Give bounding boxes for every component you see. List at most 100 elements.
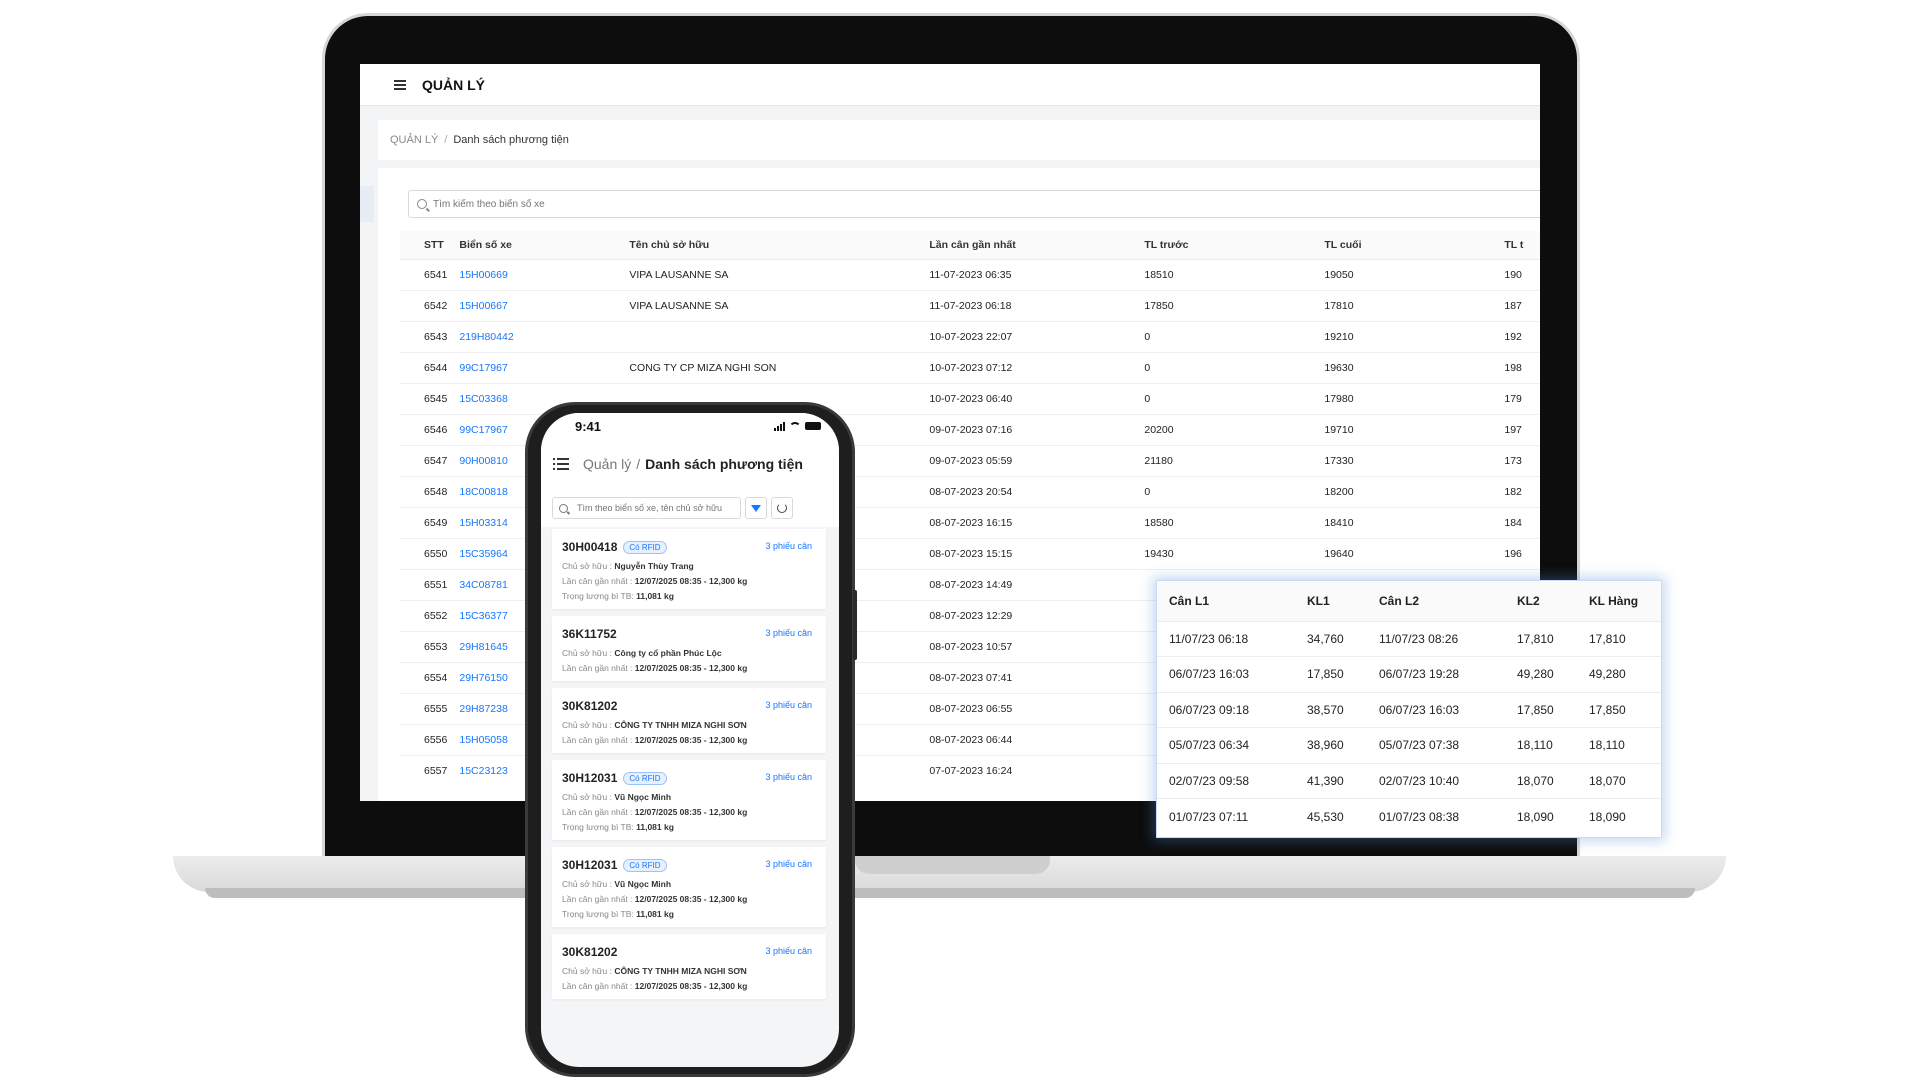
weigh-history-popup: Cân L1 KL1 Cân L2 KL2 KL Hàng 11/07/23 0… xyxy=(1156,580,1662,838)
cell-can-l1: 02/07/23 09:58 xyxy=(1157,762,1295,799)
last-weight: 12,300 kg xyxy=(709,576,748,586)
owner-label: Chủ sở hữu : xyxy=(562,561,615,571)
col-tl-truoc[interactable]: TL trước xyxy=(1138,231,1319,259)
tare-value: 11,081 kg xyxy=(636,822,674,832)
mobile-breadcrumb-root[interactable]: Quản lý xyxy=(583,456,631,472)
top-bar: QUẢN LÝ xyxy=(360,64,1540,106)
table-row[interactable]: 6544 99C17967 CONG TY CP MIZA NGHI SON 10-0… xyxy=(400,351,1540,383)
cell-tl-truoc: 19430 xyxy=(1138,537,1319,569)
cell-last-weigh: 10-07-2023 07:12 xyxy=(923,351,1139,383)
owner-value: CÔNG TY TNHH MIZA NGHI SƠN xyxy=(614,720,747,730)
refresh-button[interactable] xyxy=(771,497,793,519)
popup-header-row: Cân L1 KL1 Cân L2 KL2 KL Hàng xyxy=(1157,581,1661,621)
cell-tl-truncated: 173 xyxy=(1498,444,1540,476)
last-time: 12/07/2025 08:35 xyxy=(634,735,702,745)
cell-can-l1: 06/07/23 09:18 xyxy=(1157,691,1295,728)
card-last-line: Lần cân gần nhất : 12/07/2025 08:35 - 12… xyxy=(562,576,816,586)
cell-can-l2: 11/07/23 08:26 xyxy=(1367,620,1505,657)
tickets-link[interactable]: 3 phiếu cân xyxy=(765,946,812,956)
col-tl-cuoi[interactable]: TL cuối xyxy=(1318,231,1499,259)
tickets-link[interactable]: 3 phiếu cân xyxy=(765,859,812,869)
search-icon xyxy=(559,503,568,513)
cell-tl-truncated: 196 xyxy=(1498,537,1540,569)
cell-last-weigh: 09-07-2023 05:59 xyxy=(923,444,1139,476)
popup-row: 06/07/23 16:03 17,850 06/07/23 19:28 49,280… xyxy=(1157,656,1661,692)
popup-row: 05/07/23 06:34 38,960 05/07/23 07:38 18,110… xyxy=(1157,727,1661,763)
laptop-base-shadow xyxy=(205,888,1695,898)
vehicle-card[interactable]: 30H12031 Có RFID 3 phiếu cân Chủ sở hữu : V… xyxy=(552,760,826,840)
cell-plate-link[interactable]: 99C17967 xyxy=(453,351,624,383)
vehicle-card[interactable]: 30K81202 3 phiếu cân Chủ sở hữu : CÔNG TY … xyxy=(552,934,826,999)
vehicle-card[interactable]: 30K81202 3 phiếu cân Chủ sở hữu : CÔNG TY … xyxy=(552,688,826,753)
mobile-search-box[interactable] xyxy=(552,497,741,519)
cell-stt: 6541 xyxy=(400,258,454,290)
table-row[interactable]: 6542 15H00667 VIPA LAUSANNE SA 11-07-2023 0… xyxy=(400,289,1540,321)
cell-tl-cuoi: 19630 xyxy=(1318,351,1499,383)
menu-icon[interactable] xyxy=(394,79,406,90)
last-separator: - xyxy=(701,735,709,745)
card-owner-line: Chủ sở hữu : CÔNG TY TNHH MIZA NGHI SƠN xyxy=(562,966,816,976)
tickets-link[interactable]: 3 phiếu cân xyxy=(765,628,812,638)
cell-plate-link[interactable]: 15H00669 xyxy=(453,258,624,290)
vehicle-card[interactable]: 30H12031 Có RFID 3 phiếu cân Chủ sở hữu : V… xyxy=(552,847,826,927)
cell-tl-truncated: 198 xyxy=(1498,351,1540,383)
cell-last-weigh: 08-07-2023 06:44 xyxy=(923,723,1139,755)
col-kl-hang: KL Hàng xyxy=(1577,581,1661,621)
owner-label: Chủ sở hữu : xyxy=(562,879,615,889)
cell-tl-cuoi: 19050 xyxy=(1318,258,1499,290)
cell-stt: 6554 xyxy=(400,661,454,693)
last-separator: - xyxy=(701,663,709,673)
refresh-icon xyxy=(777,503,787,513)
tickets-link[interactable]: 3 phiếu cân xyxy=(765,700,812,710)
rfid-badge: Có RFID xyxy=(623,771,667,785)
tare-label: Trọng lượng bì TB: xyxy=(562,591,637,601)
last-weight: 12,300 kg xyxy=(709,894,748,904)
card-plate: 30H00418 xyxy=(562,540,618,554)
cell-last-weigh: 08-07-2023 16:15 xyxy=(923,506,1139,538)
last-time: 12/07/2025 08:35 xyxy=(634,981,702,991)
tickets-link[interactable]: 3 phiếu cân xyxy=(765,541,812,551)
vehicle-card[interactable]: 36K11752 3 phiếu cân Chủ sở hữu : Công ty … xyxy=(552,616,826,681)
card-last-line: Lần cân gần nhất : 12/07/2025 08:35 - 12… xyxy=(562,894,816,904)
cell-last-weigh: 08-07-2023 20:54 xyxy=(923,475,1139,507)
cell-kl1: 45,530 xyxy=(1295,798,1367,834)
vehicle-card[interactable]: 30H00418 Có RFID 3 phiếu cân Chủ sở hữu : N… xyxy=(552,529,826,609)
table-row[interactable]: 6543 219H80442 10-07-2023 22:07 0 19210 192 xyxy=(400,320,1540,352)
cell-stt: 6553 xyxy=(400,630,454,662)
plate-search-box[interactable] xyxy=(408,190,1540,218)
table-row[interactable]: 6541 15H00669 VIPA LAUSANNE SA 11-07-2023 0… xyxy=(400,258,1540,290)
last-weight: 12,300 kg xyxy=(709,981,748,991)
laptop-notch xyxy=(855,856,1050,874)
col-tl-truncated[interactable]: TL t xyxy=(1498,231,1540,259)
col-plate[interactable]: Biển số xe xyxy=(453,231,624,259)
col-kl2: KL2 xyxy=(1505,581,1577,621)
last-label: Lần cân gần nhất : xyxy=(562,894,635,904)
plate-search-input[interactable] xyxy=(433,198,1033,210)
status-icons xyxy=(774,421,821,431)
tickets-link[interactable]: 3 phiếu cân xyxy=(765,772,812,782)
cell-owner: CONG TY CP MIZA NGHI SON xyxy=(623,351,924,383)
list-menu-icon[interactable] xyxy=(553,458,569,470)
rfid-badge: Có RFID xyxy=(623,858,667,872)
popup-row: 02/07/23 09:58 41,390 02/07/23 10:40 18,070… xyxy=(1157,762,1661,799)
cell-tl-truncated: 197 xyxy=(1498,413,1540,445)
last-separator: - xyxy=(701,576,709,586)
cell-plate-link[interactable]: 219H80442 xyxy=(453,320,624,352)
col-stt[interactable]: STT xyxy=(400,231,454,259)
col-last-weigh[interactable]: Lần cân gần nhất xyxy=(923,231,1139,259)
mobile-search-input[interactable] xyxy=(577,503,737,513)
cell-tl-truncated: 182 xyxy=(1498,475,1540,507)
cell-can-l1: 01/07/23 07:11 xyxy=(1157,798,1295,834)
card-tare-line: Trọng lượng bì TB: 11,081 kg xyxy=(562,591,816,601)
cell-kl2: 49,280 xyxy=(1505,656,1577,692)
cell-tl-cuoi: 17810 xyxy=(1318,289,1499,321)
cell-tl-cuoi: 17980 xyxy=(1318,382,1499,414)
breadcrumb-root[interactable]: QUẢN LÝ xyxy=(390,134,438,146)
cell-kl2: 18,090 xyxy=(1505,798,1577,834)
cell-last-weigh: 07-07-2023 16:24 xyxy=(923,754,1139,786)
col-owner[interactable]: Tên chủ sở hữu xyxy=(623,231,924,259)
cell-plate-link[interactable]: 15H00667 xyxy=(453,289,624,321)
filter-button[interactable] xyxy=(745,497,767,519)
battery-icon xyxy=(805,422,821,430)
cell-stt: 6552 xyxy=(400,599,454,631)
